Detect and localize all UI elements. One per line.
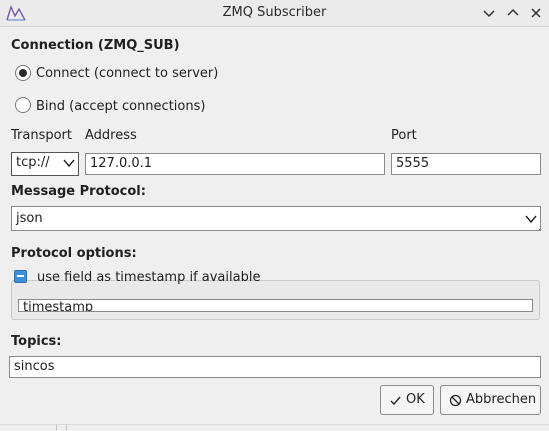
port-label: Port bbox=[391, 128, 417, 143]
bind-radio-label[interactable]: Bind (accept connections) bbox=[36, 99, 205, 114]
protocol-select[interactable]: json bbox=[11, 206, 541, 231]
connect-radio-label[interactable]: Connect (connect to server) bbox=[36, 66, 218, 81]
close-icon bbox=[531, 8, 541, 18]
transport-label: Transport bbox=[11, 128, 73, 143]
timestamp-checkbox-label[interactable]: use field as timestamp if available bbox=[37, 270, 260, 285]
address-label: Address bbox=[85, 128, 137, 143]
ok-button-label: OK bbox=[406, 392, 425, 407]
bind-radio[interactable] bbox=[15, 97, 31, 113]
cancel-icon bbox=[449, 394, 462, 407]
chevron-up-icon bbox=[507, 8, 519, 16]
bottom-divider bbox=[56, 425, 57, 430]
minimize-button[interactable] bbox=[479, 3, 499, 23]
topics-input[interactable]: sincos bbox=[9, 356, 541, 378]
topics-label: Topics: bbox=[11, 334, 62, 349]
chevron-down-icon bbox=[525, 215, 537, 224]
cancel-button[interactable]: Abbrechen bbox=[440, 385, 541, 415]
title-bar: ZMQ Subscriber bbox=[0, 0, 549, 27]
ok-button[interactable]: OK bbox=[380, 385, 434, 415]
protocol-label: Message Protocol: bbox=[11, 184, 146, 199]
protocol-options-label: Protocol options: bbox=[11, 246, 137, 261]
connection-heading: Connection (ZMQ_SUB) bbox=[11, 38, 180, 53]
timestamp-field-input[interactable]: timestamp bbox=[18, 299, 533, 312]
bottom-divider bbox=[66, 425, 67, 430]
transport-select-value: tcp:// bbox=[16, 155, 50, 170]
chevron-down-icon bbox=[483, 10, 495, 18]
transport-select[interactable]: tcp:// bbox=[11, 152, 79, 176]
window-title: ZMQ Subscriber bbox=[222, 5, 327, 20]
address-input[interactable]: 127.0.0.1 bbox=[85, 153, 385, 175]
timestamp-checkbox[interactable] bbox=[14, 270, 27, 283]
check-icon bbox=[390, 396, 401, 406]
port-input[interactable]: 5555 bbox=[391, 153, 541, 175]
close-button[interactable] bbox=[526, 3, 546, 23]
protocol-select-value: json bbox=[16, 211, 43, 226]
maximize-button[interactable] bbox=[503, 3, 523, 23]
chevron-down-icon bbox=[63, 159, 75, 168]
cancel-button-label: Abbrechen bbox=[466, 392, 537, 407]
connect-radio[interactable] bbox=[15, 65, 31, 81]
